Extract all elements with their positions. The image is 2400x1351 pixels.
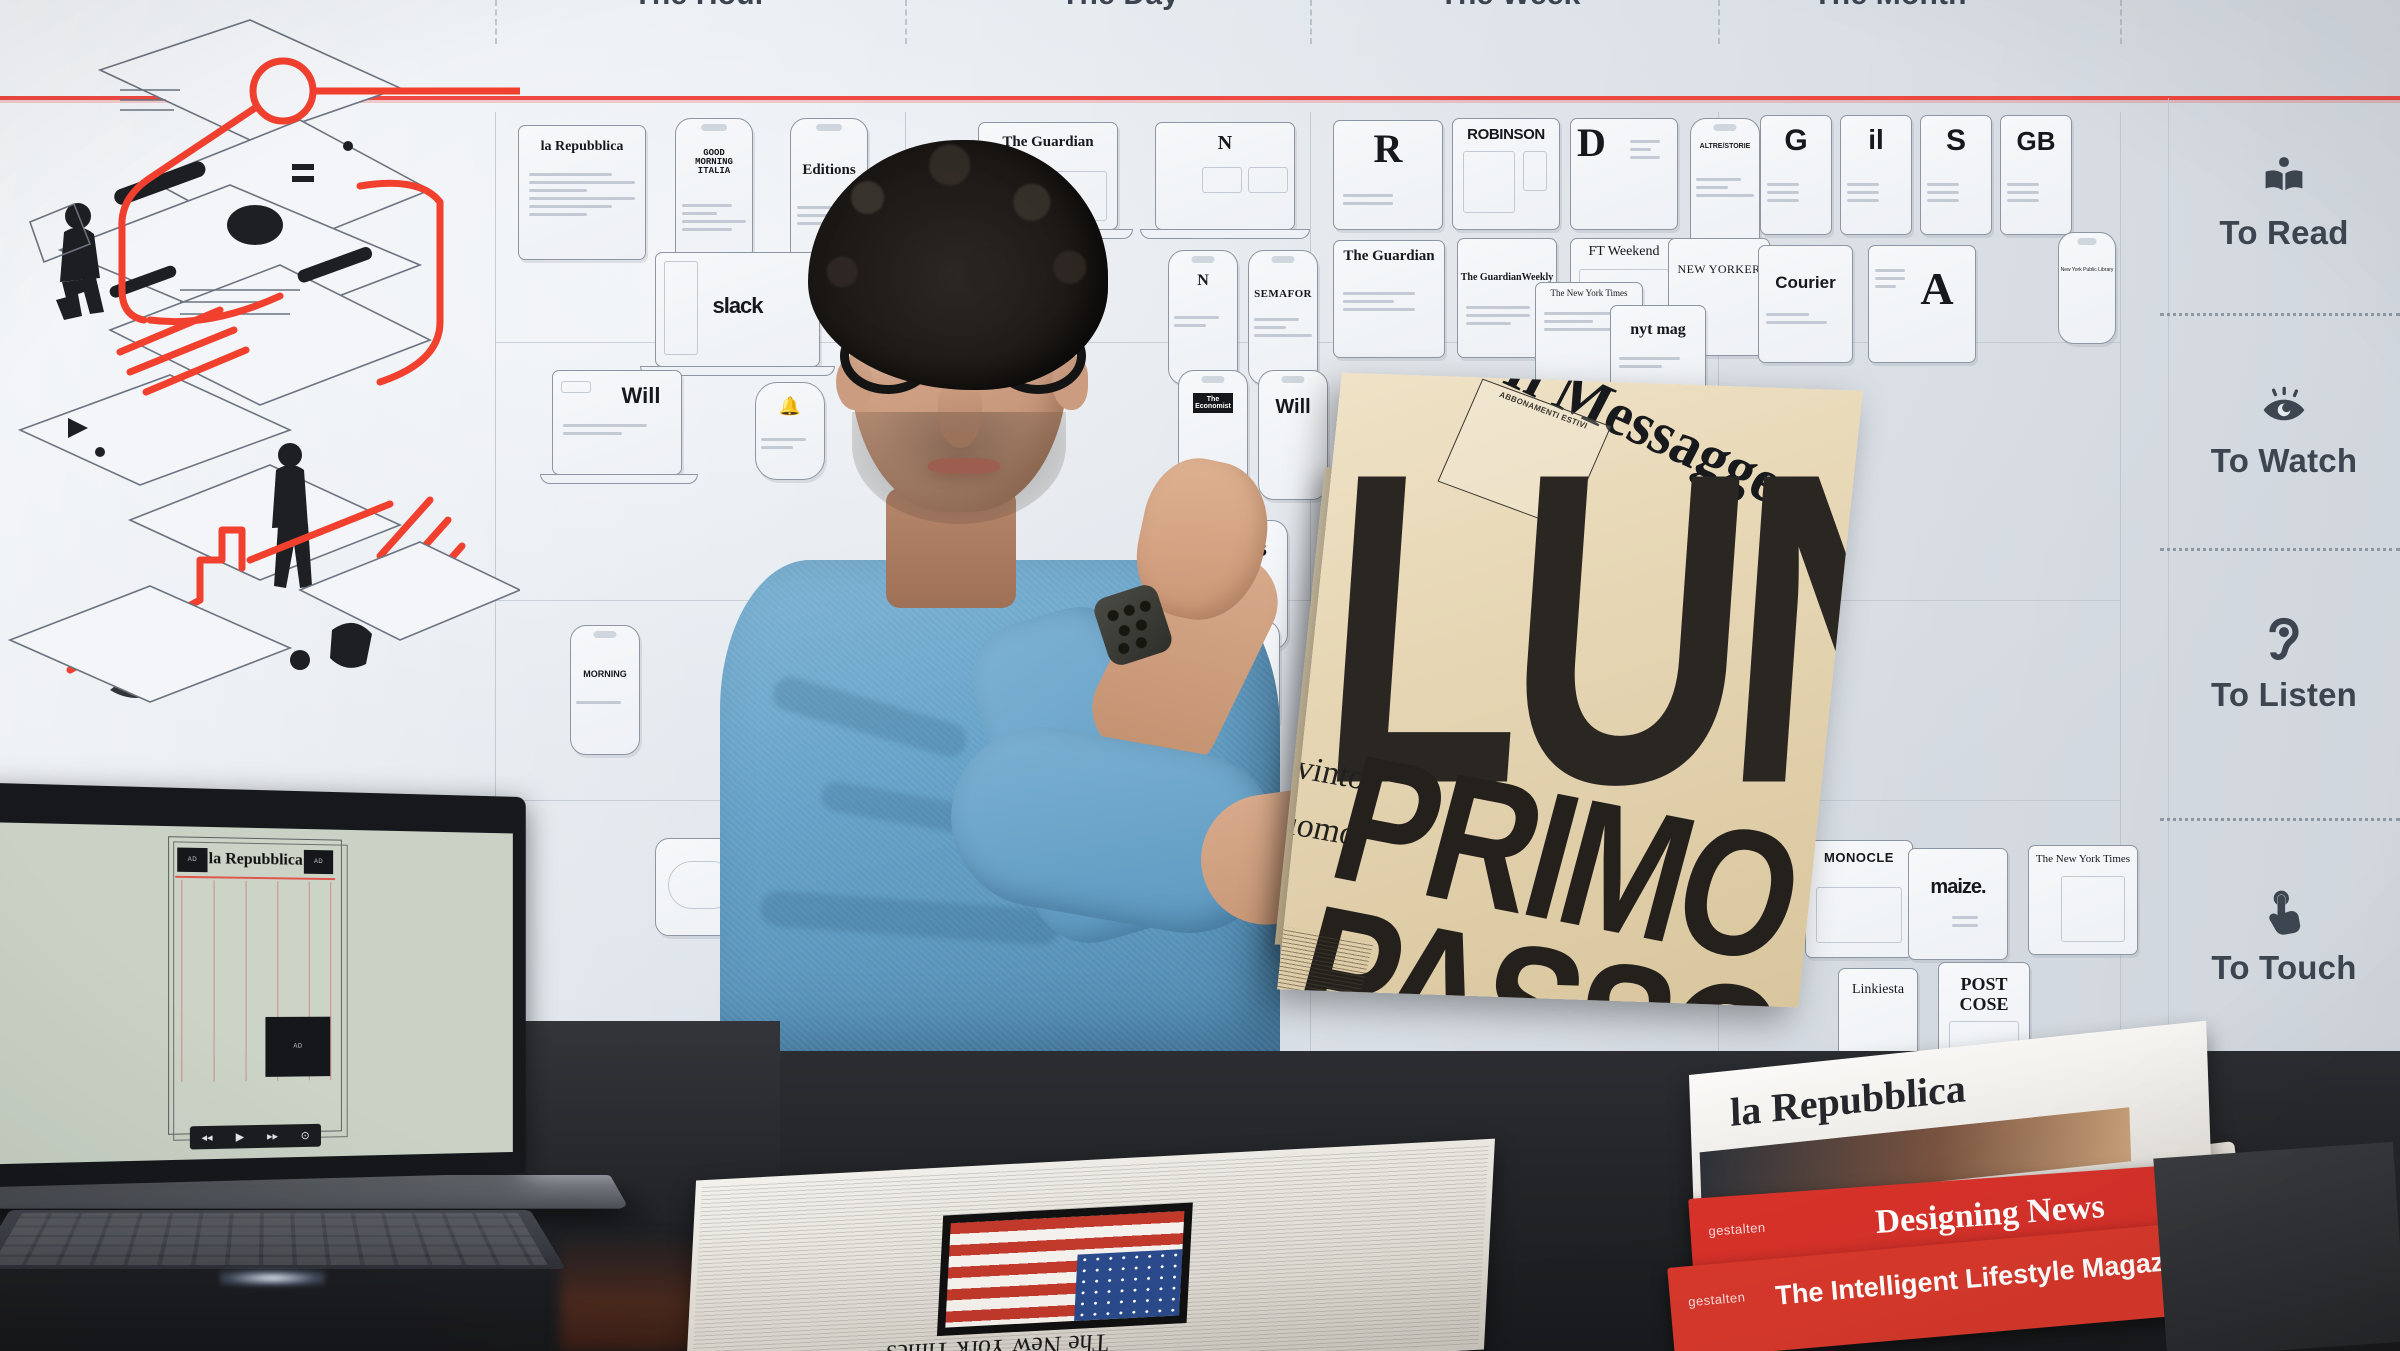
column-divider-4 [1718, 0, 1720, 44]
tap-finger-icon [2263, 889, 2305, 935]
screen-ad-top-left: AD [177, 847, 208, 873]
wall-card-nyt-bottom: The New York Times [2028, 845, 2138, 955]
wall-card-d-magazine: D [1570, 118, 1678, 230]
desk-notebook [2153, 1141, 2400, 1351]
sidebar-separator-1 [2160, 313, 2400, 316]
column-divider-5 [2120, 0, 2122, 44]
sidebar-separator-2 [2160, 548, 2400, 551]
sidebar-item-to-listen-label: To Listen [2210, 676, 2357, 713]
eye-icon [2260, 386, 2308, 428]
column-header-the-week: The Week [1439, 0, 1580, 12]
infographic-svg [7, 19, 520, 703]
wall-card-il-magazine: il [1840, 115, 1912, 235]
column-header-the-day: The Day [1061, 0, 1179, 12]
column-header-the-hour: The Hour [633, 0, 766, 12]
book-reader-icon [2261, 154, 2307, 200]
sidebar-item-to-watch[interactable]: To Watch [2168, 338, 2400, 528]
column-divider-3 [1310, 0, 1312, 44]
us-flag-photo [936, 1202, 1193, 1337]
held-newspaper-il-messaggero: Il Messaggero ABBONAMENTI ESTIVI LUNA Ha… [1277, 372, 1863, 1008]
person-mouth [928, 458, 1000, 474]
wall-card-will-laptop: Will [552, 370, 682, 475]
laptop-indicator-light [220, 1270, 325, 1286]
wall-rule-5 [2120, 112, 2121, 1162]
wall-card-s-magazine: S [1920, 115, 1992, 235]
screenshot-root: The Hour The Day The Week The Month la R… [0, 0, 2400, 1351]
column-header-the-month: The Month [1813, 0, 1966, 12]
wall-card-atlantic: A [1868, 245, 1976, 363]
screen-ad-lower: AD [265, 1016, 331, 1077]
screen-masthead: la Repubblica [208, 850, 303, 869]
screen-ad-top-right: AD [303, 849, 334, 875]
wall-card-courier: Courier [1758, 245, 1853, 363]
wall-card-gb-magazine: GB [2000, 115, 2072, 235]
sidebar-separator-3 [2160, 818, 2400, 821]
fast-forward-icon[interactable]: ▸▸ [267, 1130, 278, 1143]
screen-document-la-repubblica: la Repubblica AD AD AD [168, 836, 348, 1141]
laptop-screen[interactable]: la Repubblica AD AD AD ◂◂ ▶ ▸▸ ⊙ [0, 822, 513, 1165]
wall-card-monocle: MONOCLE [1805, 840, 1913, 958]
wall-card-nypl: New York Public Library [2058, 232, 2116, 344]
wall-card-la-repubblica: la Repubblica [518, 125, 646, 260]
play-icon[interactable]: ▶ [236, 1130, 244, 1143]
wall-card-morning: MORNING [570, 625, 640, 755]
sidebar-item-to-touch[interactable]: To Touch [2168, 843, 2400, 1033]
la-repubblica-masthead: la Repubblica [1729, 1065, 1967, 1135]
column-divider-2 [905, 0, 907, 44]
settings-icon[interactable]: ⊙ [301, 1129, 310, 1142]
laptop-lid: la Repubblica AD AD AD ◂◂ ▶ ▸▸ ⊙ [0, 782, 526, 1188]
isometric-infographic [0, 0, 520, 800]
laptop-keyboard[interactable] [0, 1210, 566, 1269]
sidebar-item-to-read[interactable]: To Read [2168, 108, 2400, 298]
sidebar-item-to-read-label: To Read [2219, 214, 2349, 251]
sidebar-item-to-touch-label: To Touch [2211, 949, 2357, 986]
laptop[interactable]: la Repubblica AD AD AD ◂◂ ▶ ▸▸ ⊙ [0, 782, 650, 1350]
wall-card-g-magazine: G [1760, 115, 1832, 235]
wall-card-altre-storie: ALTRE/STORIE [1690, 118, 1760, 256]
wall-card-maize: maize. [1908, 848, 2008, 960]
ear-icon [2264, 616, 2304, 662]
person-hair [808, 140, 1108, 390]
rewind-icon[interactable]: ◂◂ [202, 1131, 213, 1144]
screen-playback-controls[interactable]: ◂◂ ▶ ▸▸ ⊙ [189, 1123, 321, 1150]
sidebar-item-to-watch-label: To Watch [2210, 442, 2358, 479]
sidebar-item-to-listen[interactable]: To Listen [2168, 570, 2400, 760]
